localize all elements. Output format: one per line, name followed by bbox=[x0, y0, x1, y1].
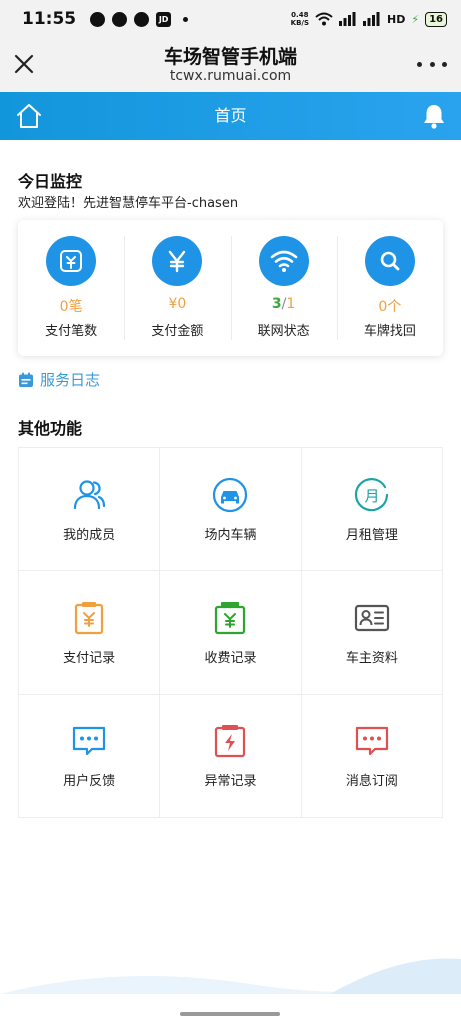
stat-value: ¥0 bbox=[168, 296, 187, 312]
monthly-icon: 月 bbox=[354, 477, 388, 511]
app-header: 首页 bbox=[0, 92, 461, 140]
stat-value: 3/1 bbox=[271, 296, 296, 312]
owner-card-icon bbox=[354, 604, 389, 632]
function-label: 车主资料 bbox=[345, 650, 398, 666]
function-label: 支付记录 bbox=[63, 650, 116, 666]
jd-notification-icon: JD bbox=[156, 11, 172, 27]
exception-icon bbox=[215, 725, 246, 758]
function-label: 用户反馈 bbox=[63, 774, 116, 790]
welcome-text: 欢迎登陆！先进智慧停车平台-chasen bbox=[18, 196, 239, 211]
payment-record-icon bbox=[75, 601, 104, 635]
function-owner-info[interactable]: 车主资料 bbox=[301, 571, 443, 695]
function-charge-records[interactable]: 收费记录 bbox=[160, 571, 302, 695]
stat-plate-recovery[interactable]: 0个 车牌找回 bbox=[336, 220, 443, 356]
header-title: 首页 bbox=[214, 106, 247, 125]
charging-icon: ⚡ bbox=[411, 12, 420, 26]
function-payment-records[interactable]: 支付记录 bbox=[19, 571, 161, 695]
charge-record-icon bbox=[215, 601, 246, 635]
monitor-title: 今日监控 bbox=[18, 172, 83, 191]
total-count: 1 bbox=[286, 296, 296, 312]
stat-label: 车牌找回 bbox=[363, 324, 416, 339]
online-count: 3 bbox=[271, 296, 282, 312]
other-functions-title: 其他功能 bbox=[18, 419, 83, 438]
chat-notification-icon bbox=[134, 11, 150, 27]
cell-signal-1-icon bbox=[339, 12, 356, 26]
battery-icon: 16 bbox=[425, 11, 447, 27]
service-log-link[interactable]: 服务日志 bbox=[18, 369, 100, 390]
members-icon bbox=[74, 480, 106, 509]
app-notification-icon bbox=[90, 11, 106, 27]
network-type: HD bbox=[387, 12, 406, 26]
calendar-icon bbox=[19, 372, 33, 387]
search-icon bbox=[364, 236, 415, 286]
function-monthly[interactable]: 月 月租管理 bbox=[301, 448, 443, 572]
network-speed: 0.48 KB/S bbox=[290, 11, 309, 27]
feedback-icon bbox=[73, 727, 106, 756]
background-wave bbox=[0, 958, 461, 994]
wifi-icon bbox=[258, 236, 309, 286]
message-icon bbox=[355, 727, 388, 756]
more-notifications-icon bbox=[183, 16, 189, 22]
function-label: 月租管理 bbox=[345, 527, 398, 543]
stat-payment-amount[interactable]: ¥0 支付金额 bbox=[124, 220, 230, 356]
browser-title-bar: 车场智管手机端 tcwx.rumuai.com bbox=[0, 38, 461, 92]
system-indicators: 0.48 KB/S HD ⚡ 16 bbox=[291, 11, 447, 27]
stat-value: 0笔 bbox=[59, 299, 83, 315]
function-label: 场内车辆 bbox=[204, 527, 257, 543]
more-menu-icon[interactable] bbox=[417, 52, 447, 76]
function-exceptions[interactable]: 异常记录 bbox=[160, 694, 302, 818]
stat-value: 0个 bbox=[378, 299, 402, 315]
stat-payment-count[interactable]: 0笔 支付笔数 bbox=[18, 220, 124, 356]
home-indicator[interactable] bbox=[180, 1012, 280, 1016]
stats-card: 0笔 支付笔数 ¥0 支付金额 3/1 联网状态 0个 车牌找回 bbox=[18, 220, 443, 356]
function-vehicles[interactable]: 场内车辆 bbox=[160, 448, 302, 572]
message-notification-icon bbox=[112, 11, 128, 27]
yen-icon bbox=[152, 236, 203, 286]
function-label: 异常记录 bbox=[204, 774, 257, 790]
wifi-signal-icon bbox=[315, 12, 333, 26]
function-label: 我的成员 bbox=[63, 527, 116, 543]
function-grid: 我的成员 场内车辆 月 月租管理 支付记录 收费记录 车主资料 用户反馈 异常记… bbox=[18, 447, 443, 818]
function-label: 收费记录 bbox=[204, 650, 257, 666]
payment-icon bbox=[46, 236, 97, 286]
stat-label: 联网状态 bbox=[257, 324, 310, 339]
status-bar: 11:55 JD 0.48 KB/S HD ⚡ 16 bbox=[0, 0, 461, 38]
page-url: tcwx.rumuai.com bbox=[169, 68, 292, 84]
function-label: 消息订阅 bbox=[345, 774, 398, 790]
notification-icons: JD bbox=[90, 11, 189, 27]
stat-network-status[interactable]: 3/1 联网状态 bbox=[230, 220, 337, 356]
bell-icon[interactable] bbox=[421, 102, 447, 130]
svg-text:月: 月 bbox=[364, 487, 379, 505]
function-message-subscription[interactable]: 消息订阅 bbox=[301, 694, 443, 818]
stat-label: 支付笔数 bbox=[45, 324, 98, 339]
cell-signal-2-icon bbox=[363, 12, 380, 26]
car-icon bbox=[213, 477, 248, 512]
page-title: 车场智管手机端 bbox=[163, 46, 297, 68]
service-log-label: 服务日志 bbox=[40, 371, 101, 389]
stat-label: 支付金额 bbox=[151, 324, 204, 339]
clock: 11:55 bbox=[22, 9, 77, 29]
function-members[interactable]: 我的成员 bbox=[19, 448, 161, 572]
function-feedback[interactable]: 用户反馈 bbox=[19, 694, 161, 818]
